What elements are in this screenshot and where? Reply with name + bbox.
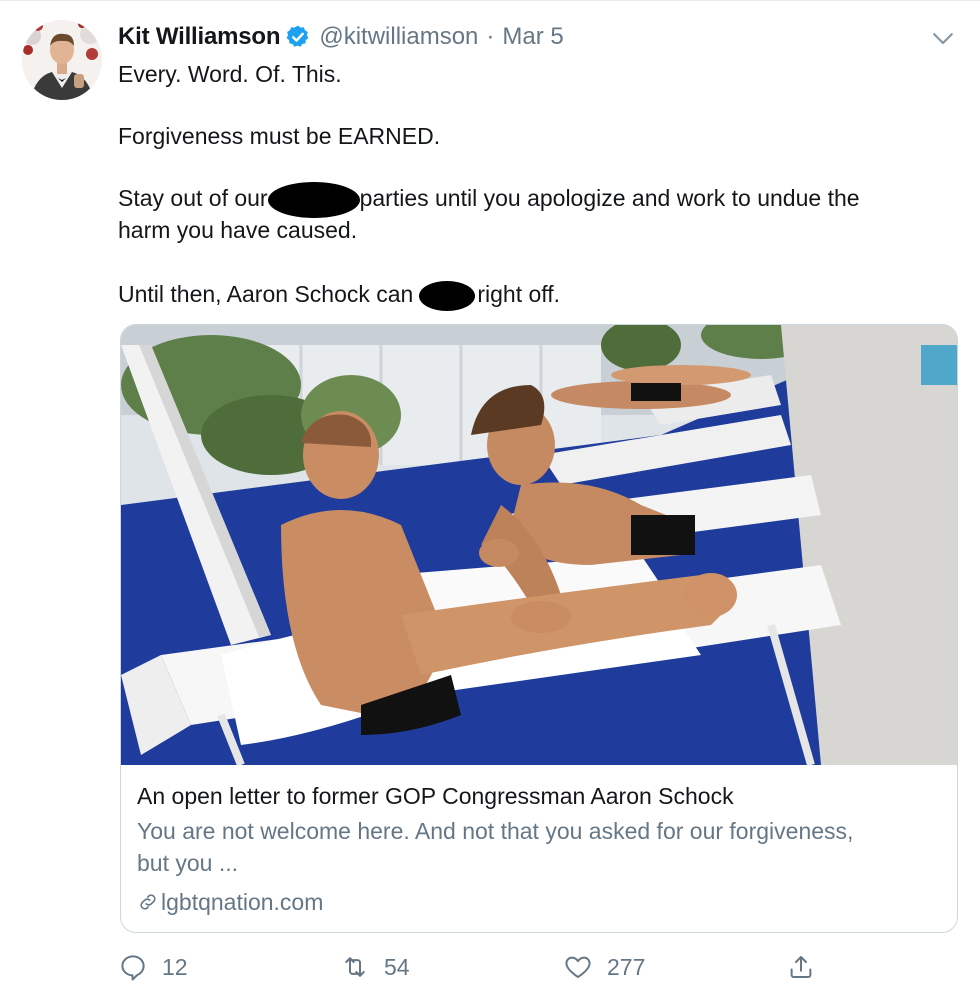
retweet-button[interactable]: 54	[340, 949, 410, 985]
card-description: You are not welcome here. And not that y…	[137, 815, 937, 879]
tweet-text-line: Forgiveness must be EARNED.	[118, 123, 441, 149]
author-handle[interactable]: @kitwilliamson	[319, 23, 478, 51]
card-text: An open letter to former GOP Congressman…	[137, 781, 937, 917]
card-domain-text: lgbtqnation.com	[161, 889, 324, 915]
card-image	[121, 325, 957, 765]
card-description-line: You are not welcome here. And not that y…	[137, 818, 854, 844]
tweet-actions: 12 54 277	[118, 949, 838, 985]
author-name[interactable]: Kit Williamson	[118, 23, 281, 51]
reply-icon	[121, 955, 145, 981]
redaction-mark	[419, 280, 476, 311]
tweet-text-line: Until then, Aaron Schock can right off.	[118, 278, 560, 311]
link-icon	[140, 894, 156, 910]
tweet-date[interactable]: Mar 5	[502, 23, 563, 51]
tweet-text-segment: Until then, Aaron Schock can	[118, 281, 414, 307]
tweet-header: Kit Williamson @kitwilliamson · Mar 5	[118, 21, 564, 53]
reply-count: 12	[162, 953, 188, 980]
heart-icon	[565, 956, 591, 978]
link-preview-card[interactable]: An open letter to former GOP Congressman…	[120, 324, 958, 933]
tweet[interactable]: Kit Williamson @kitwilliamson · Mar 5 Ev…	[0, 0, 980, 993]
redaction-mark	[267, 182, 360, 218]
share-button[interactable]	[786, 949, 830, 985]
retweet-count: 54	[384, 953, 410, 980]
reply-button[interactable]: 12	[118, 949, 188, 985]
like-count: 277	[607, 953, 646, 980]
tweet-text-segment: parties until you apologize and work to …	[359, 185, 860, 212]
tweet-text-line: Stay out of our parties until you apologi…	[118, 182, 860, 218]
tweet-text-segment: Stay out of our	[118, 185, 268, 212]
verified-badge-icon	[285, 24, 311, 50]
like-button[interactable]: 277	[563, 949, 645, 985]
share-icon	[790, 956, 812, 978]
tweet-text-segment: right off.	[477, 281, 561, 307]
author-avatar[interactable]	[22, 20, 102, 100]
card-domain[interactable]: lgbtqnation.com	[137, 887, 937, 917]
header-separator: ·	[486, 23, 495, 50]
card-description-line: but you ...	[137, 850, 239, 876]
retweet-icon	[345, 957, 365, 977]
card-title[interactable]: An open letter to former GOP Congressman…	[137, 781, 937, 811]
tweet-text-line: Every. Word. Of. This.	[118, 61, 342, 87]
tweet-text-line: harm you have caused.	[118, 217, 358, 243]
chevron-down-icon[interactable]	[928, 23, 958, 53]
